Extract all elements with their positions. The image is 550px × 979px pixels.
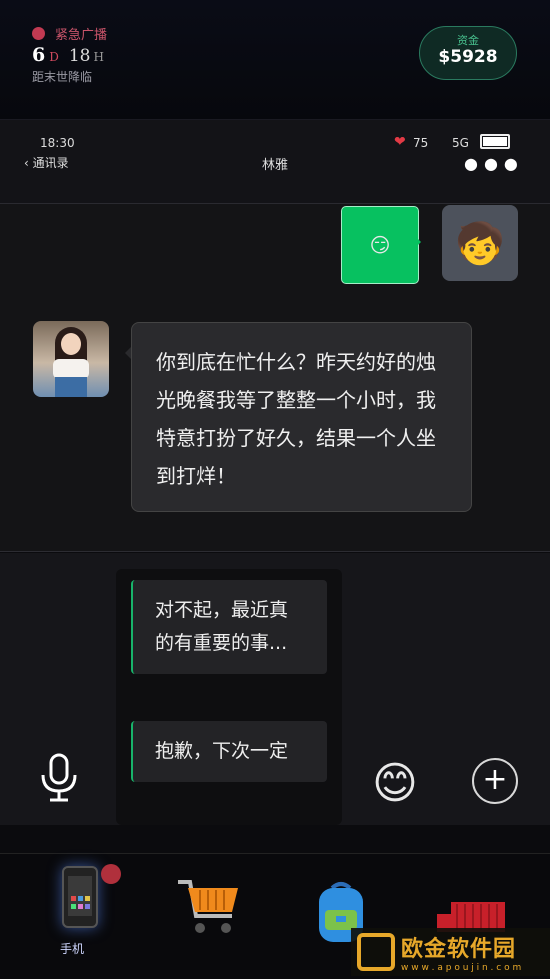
add-button[interactable]: +	[472, 758, 518, 804]
funds-value: $5928	[438, 47, 498, 67]
watermark-text: 欧金软件园	[401, 937, 517, 962]
countdown: 6 D 18 H	[32, 44, 104, 66]
microphone-icon[interactable]	[38, 753, 80, 803]
top-hud: 紧急广播 6 D 18 H 距末世降临 资金 $5928	[0, 0, 550, 120]
reply-panel: 对不起，最近真的有重要的事... 抱歉，下次一定 😊 +	[0, 553, 550, 825]
clock: 18:30	[40, 136, 75, 150]
countdown-days: 6	[32, 44, 46, 66]
phone-icon[interactable]	[62, 866, 98, 928]
countdown-hours: 18	[68, 46, 91, 66]
reply-option-1[interactable]: 对不起，最近真的有重要的事...	[131, 580, 327, 674]
more-options-icon[interactable]: ●●●	[464, 154, 524, 173]
emoji-button[interactable]: 😊	[372, 759, 418, 809]
chat-area[interactable]: 😏 🧒 你到底在忙什么？昨天约好的烛光晚餐我等了整整一个小时，我特意打扮了好久，…	[0, 204, 550, 552]
phone-tab-label: 手机	[60, 942, 85, 956]
watermark-logo-icon	[357, 933, 395, 971]
reply-option-2[interactable]: 抱歉，下次一定	[131, 721, 327, 782]
affection-value: 75	[413, 136, 429, 150]
phone-status-bar: 18:30 ‹ 通讯录 林雅 ❤ 75 5G ●●●	[0, 120, 550, 204]
hours-unit: H	[93, 50, 104, 64]
funds-label: 资金	[457, 34, 479, 47]
my-avatar[interactable]: 🧒	[442, 205, 518, 281]
notification-badge	[101, 864, 121, 884]
reply-options-list: 对不起，最近真的有重要的事... 抱歉，下次一定	[116, 569, 342, 825]
signal-label: 5G	[452, 136, 469, 150]
site-watermark: 欧金软件园 w w w . a p o u j i n . c o m	[351, 928, 550, 976]
battery-icon	[480, 134, 510, 149]
days-unit: D	[49, 50, 59, 64]
contact-avatar[interactable]	[33, 321, 109, 397]
heart-icon: ❤	[394, 134, 406, 150]
watermark-url: w w w . a p o u j i n . c o m	[401, 963, 522, 973]
countdown-caption: 距末世降临	[32, 70, 93, 84]
emergency-broadcast[interactable]: 紧急广播	[32, 24, 107, 43]
alert-label: 紧急广播	[55, 28, 108, 43]
my-message-bubble: 😏	[341, 206, 421, 284]
contact-message-bubble: 你到底在忙什么？昨天约好的烛光晚餐我等了整整一个小时，我特意打扮了好久，结果一个…	[125, 322, 472, 512]
shopping-cart-icon[interactable]	[176, 876, 244, 940]
funds-badge[interactable]: 资金 $5928	[419, 26, 517, 80]
alert-dot-icon	[32, 27, 45, 40]
